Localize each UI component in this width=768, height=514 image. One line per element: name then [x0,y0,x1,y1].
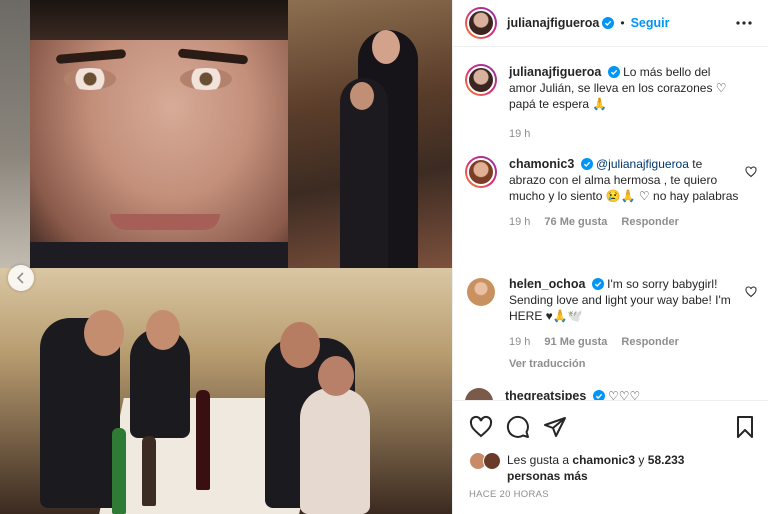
more-icon[interactable] [735,16,753,30]
comment-text: ♡♡♡ [607,389,641,400]
comment-avatar[interactable] [465,276,497,308]
caption-username[interactable]: julianajfigueroa [509,65,601,79]
comment-likes[interactable]: 76 Me gusta [544,214,607,230]
photo-dinner [0,268,452,514]
action-bar [453,400,768,450]
likes-prefix: Les gusta a [507,453,573,467]
likes-summary[interactable]: Les gusta a chamonic3 y 58.233 personas … [469,452,759,484]
bookmark-icon[interactable] [733,415,757,439]
post-header: julianajfigueroa • Seguir [453,0,768,47]
photo-face-closeup [30,0,288,268]
likes-user[interactable]: chamonic3 [572,453,635,467]
comment-item: chamonic3 @julianajfigueroa te abrazo co… [465,156,757,230]
comment-likes[interactable]: 91 Me gusta [544,334,607,350]
share-icon[interactable] [543,415,567,439]
verified-icon [607,66,620,78]
comment-item: thegreatsipes ♡♡♡ [465,388,757,400]
likes-suffix[interactable]: personas más [507,469,588,483]
previous-photo-button[interactable] [8,265,34,291]
post-timestamp: HACE 20 HORAS [469,489,549,500]
caption-avatar[interactable] [465,64,497,96]
post-photo[interactable] [0,0,452,514]
likers-avatars [469,452,503,472]
view-translation-link[interactable]: Ver traducción [509,356,739,372]
heart-icon[interactable] [745,166,757,178]
comment-avatar[interactable] [465,156,497,188]
comment-username[interactable]: chamonic3 [509,157,574,171]
heart-icon[interactable] [469,415,493,439]
comment-avatar[interactable] [465,388,493,400]
follow-button[interactable]: Seguir [631,16,670,30]
reply-button[interactable]: Responder [621,334,678,350]
verified-icon [592,390,605,400]
comment-icon[interactable] [506,415,530,439]
author-username[interactable]: julianajfigueroa [507,16,599,30]
caption: julianajfigueroa Lo más bello del amor J… [465,64,757,142]
verified-icon [602,17,615,29]
photo-hug [288,0,452,296]
comment-time: 19 h [509,216,531,228]
comment-mention[interactable]: @julianajfigueroa [596,157,689,171]
author-avatar[interactable] [465,7,497,39]
comments-list[interactable]: julianajfigueroa Lo más bello del amor J… [453,48,768,400]
chevron-left-icon [16,272,24,284]
comment-username[interactable]: thegreatsipes [505,389,586,400]
verified-icon [591,278,604,290]
likes-count[interactable]: 58.233 [648,453,685,467]
comment-time: 19 h [509,336,531,348]
verified-icon [580,158,593,170]
heart-icon[interactable] [745,286,757,298]
reply-button[interactable]: Responder [621,214,678,230]
likes-middle: y [635,453,648,467]
caption-time: 19 h [509,128,531,140]
post-side-panel: julianajfigueroa • Seguir julianajfiguer… [452,0,768,514]
comment-item: helen_ochoa I'm so sorry babygirl! Sendi… [465,276,757,372]
header-separator: • [620,16,625,30]
comment-username[interactable]: helen_ochoa [509,277,585,291]
